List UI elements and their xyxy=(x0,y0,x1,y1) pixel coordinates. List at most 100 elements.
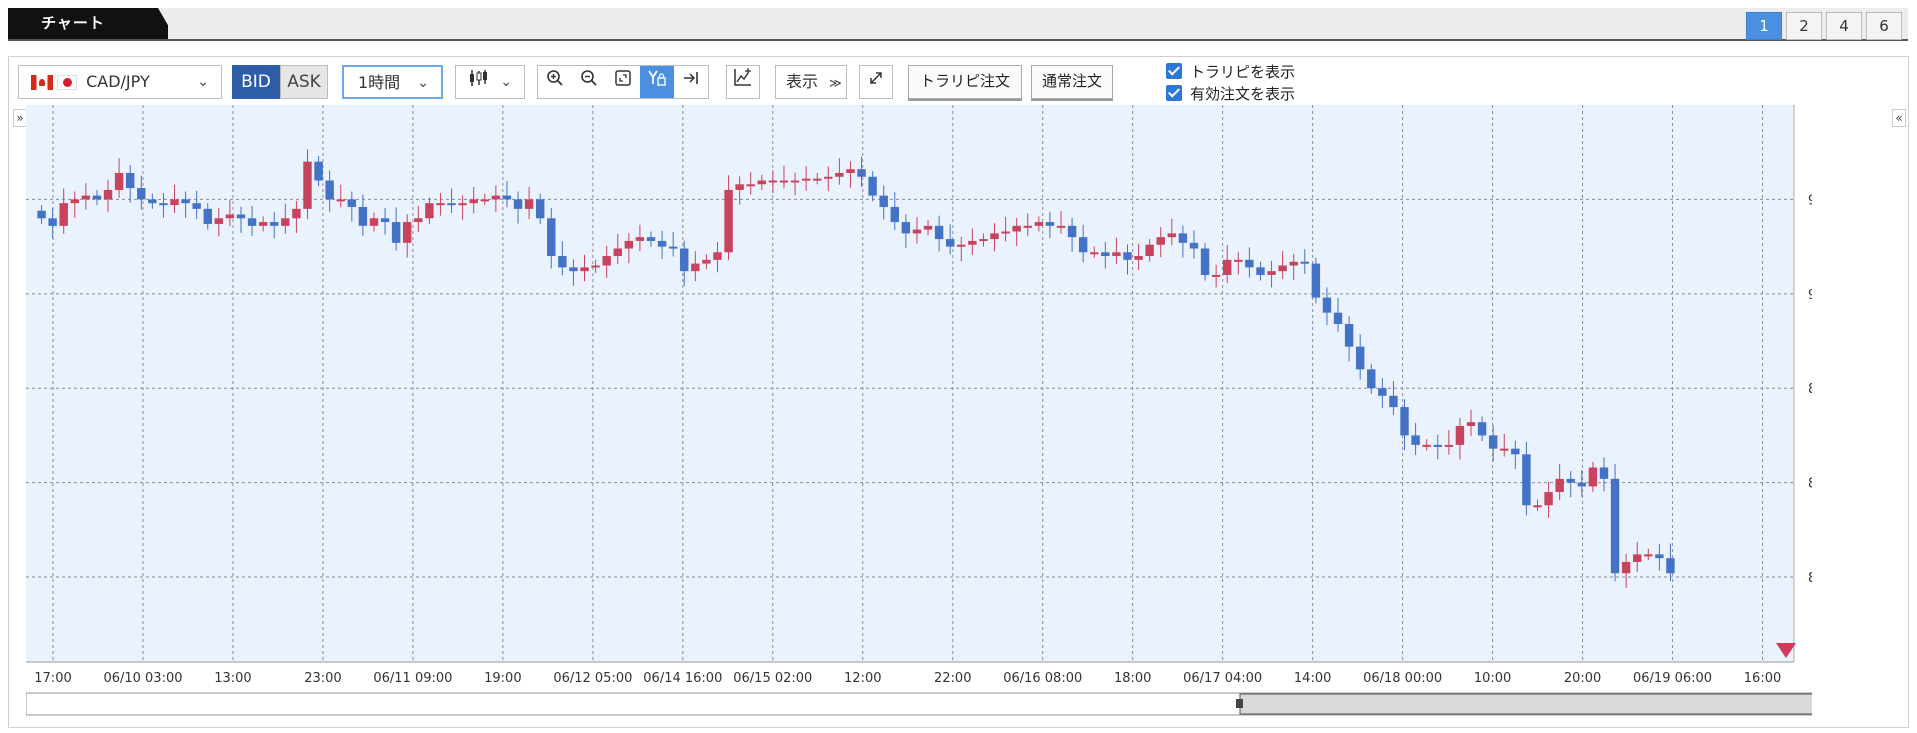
candle-body xyxy=(657,240,667,247)
candle-body xyxy=(1090,252,1099,255)
candle-body xyxy=(81,195,91,200)
y-axis-lock-icon[interactable] xyxy=(640,66,674,98)
candle-body xyxy=(1355,346,1365,370)
chevron-down-icon: ⌄ xyxy=(197,74,209,90)
candle-body xyxy=(724,189,733,253)
candle-body xyxy=(1533,505,1542,508)
period-select[interactable]: 1時間 ⌄ xyxy=(342,65,443,99)
candle-body xyxy=(1300,261,1309,264)
y-tick-label: 89.500 xyxy=(1808,382,1812,397)
x-tick-label: 19:00 xyxy=(484,671,521,686)
scroll-thumb[interactable] xyxy=(1239,693,1812,715)
zoom-out-icon[interactable] xyxy=(572,66,606,98)
normal-order-button[interactable]: 通常注文 xyxy=(1031,65,1113,99)
show-active-orders-checkbox[interactable]: 有効注文を表示 xyxy=(1166,83,1295,103)
bid-button[interactable]: BID xyxy=(232,65,280,99)
candle-body xyxy=(258,222,268,226)
candle-body xyxy=(1444,444,1454,447)
layout-1-button[interactable]: 1 xyxy=(1746,12,1782,40)
canada-flag-icon xyxy=(31,75,53,90)
candle-body xyxy=(757,180,767,185)
candle-body xyxy=(890,206,899,223)
fullscreen-icon[interactable] xyxy=(859,65,893,99)
candle-body xyxy=(491,195,501,200)
display-label: 表示 xyxy=(786,72,819,91)
candle-body xyxy=(358,206,368,226)
candle-body xyxy=(1610,478,1620,574)
candle-body xyxy=(1001,231,1010,234)
expand-left-icon[interactable]: » xyxy=(13,109,27,127)
candle-body xyxy=(303,161,312,209)
candle-body xyxy=(702,259,711,264)
candle-body xyxy=(225,214,235,219)
fit-screen-icon[interactable] xyxy=(606,66,640,98)
candle-body xyxy=(879,195,888,207)
candle-body xyxy=(1234,259,1243,262)
candle-body xyxy=(613,248,622,257)
candle-body xyxy=(1189,242,1199,249)
candle-body xyxy=(292,208,301,219)
candlestick-chart[interactable]: 90.500 90.000 89.500 89.000 88.500 17:00 06/1… xyxy=(26,105,1812,717)
candle-body xyxy=(1256,267,1265,275)
candle-body xyxy=(347,199,357,207)
candle-body xyxy=(447,203,456,206)
candle-body xyxy=(923,225,933,230)
x-tick-label: 06/15 02:00 xyxy=(733,671,812,686)
show-trailing-checkbox[interactable]: トラリピを表示 xyxy=(1166,61,1295,81)
candle-body xyxy=(713,252,722,260)
show-trailing-label: トラリピを表示 xyxy=(1190,62,1296,81)
double-chevron-down-icon: ≫ xyxy=(829,76,842,90)
candle-body xyxy=(270,222,279,226)
chart-type-select[interactable]: ⌄ xyxy=(455,65,525,99)
candle-body xyxy=(934,225,944,240)
candle-body xyxy=(325,180,334,200)
candle-body xyxy=(1211,274,1221,277)
candle-body xyxy=(336,199,345,202)
candle-body xyxy=(1145,244,1154,257)
scroll-to-latest-icon[interactable] xyxy=(674,66,708,98)
candle-body xyxy=(92,195,102,200)
candle-body xyxy=(1034,222,1044,226)
x-tick-label: 06/17 04:00 xyxy=(1183,671,1262,686)
layout-2-button[interactable]: 2 xyxy=(1786,12,1822,40)
candle-body xyxy=(1522,454,1531,506)
x-tick-label: 18:00 xyxy=(1114,671,1151,686)
scroll-handle[interactable] xyxy=(1236,699,1243,708)
currency-pair-select[interactable]: CAD/JPY ⌄ xyxy=(18,65,222,99)
candle-body xyxy=(1156,237,1165,245)
chevron-down-icon: ⌄ xyxy=(417,75,429,91)
candle-body xyxy=(779,180,789,183)
display-menu-button[interactable]: 表示 ≫ xyxy=(775,65,847,99)
chart-tab[interactable]: チャート xyxy=(8,8,168,39)
layout-6-button[interactable]: 6 xyxy=(1866,12,1902,40)
trailing-order-button[interactable]: トラリピ注文 xyxy=(908,65,1022,99)
candle-body xyxy=(1245,259,1254,268)
candle-body xyxy=(1455,425,1465,445)
candle-body xyxy=(1655,554,1664,559)
candle-body xyxy=(735,184,744,190)
candle-body xyxy=(990,233,999,240)
candle-body xyxy=(425,203,434,219)
candle-body xyxy=(801,178,811,181)
candle-body xyxy=(181,199,190,204)
candle-body xyxy=(1344,324,1354,347)
ask-button[interactable]: ASK xyxy=(280,65,328,99)
zoom-in-icon[interactable] xyxy=(538,66,572,98)
chart-toolbar: CAD/JPY ⌄ BID ASK 1時間 ⌄ ⌄ 表示 ≫ トラリピ注文 通常… xyxy=(9,57,1908,105)
collapse-right-icon[interactable]: « xyxy=(1892,109,1906,127)
candle-body xyxy=(1200,248,1210,275)
candle-body xyxy=(558,256,567,268)
candle-body xyxy=(1311,263,1321,298)
candle-body xyxy=(1466,422,1476,426)
candle-body xyxy=(1067,225,1077,238)
x-tick-label: 23:00 xyxy=(304,671,341,686)
candle-body xyxy=(1134,256,1143,260)
candle-body xyxy=(901,222,911,234)
add-indicator-icon[interactable] xyxy=(726,65,760,99)
candle-body xyxy=(1621,561,1631,574)
candle-body xyxy=(1411,435,1420,445)
layout-4-button[interactable]: 4 xyxy=(1826,12,1862,40)
show-active-orders-label: 有効注文を表示 xyxy=(1190,84,1296,103)
candle-body xyxy=(314,161,323,181)
x-tick-label: 14:00 xyxy=(1294,671,1331,686)
